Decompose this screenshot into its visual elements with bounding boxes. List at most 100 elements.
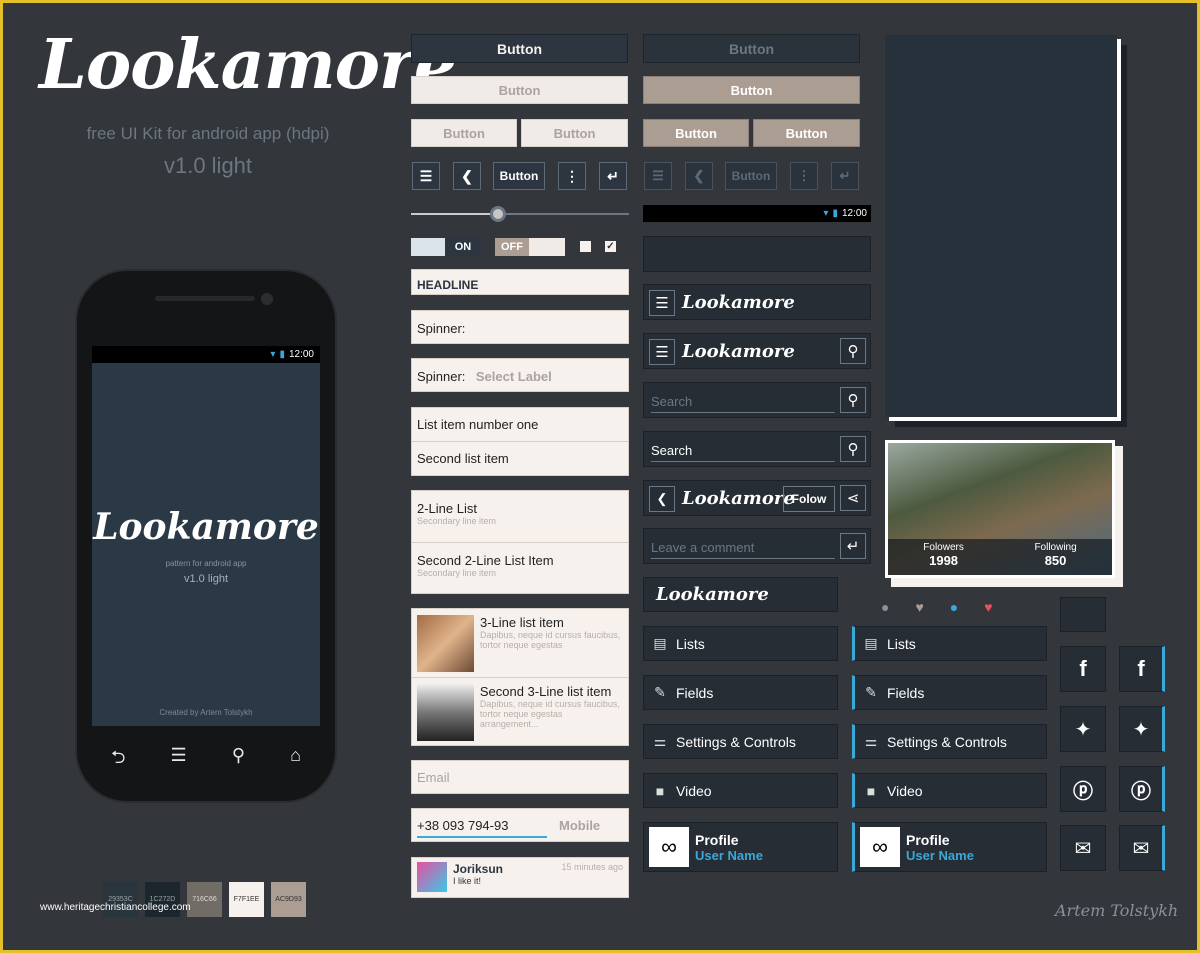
menu-item-video[interactable]: ■ Video — [852, 773, 1047, 808]
menu-item-profile[interactable]: ∞ Profile User Name — [643, 822, 838, 872]
checkbox-checked[interactable]: ✓ — [605, 241, 616, 252]
search-icon[interactable]: ⚲ — [840, 338, 866, 364]
menu-label: Settings & Controls — [676, 733, 796, 750]
button-small[interactable]: Button — [493, 162, 545, 190]
menu-item-fields[interactable]: ✎ Fields — [852, 675, 1047, 710]
enter-icon[interactable]: ↵ — [599, 162, 627, 190]
list-icon: ▤ — [864, 635, 878, 651]
search-icon[interactable]: ⚲ — [840, 436, 866, 462]
heart-icon[interactable]: ♥ — [915, 599, 923, 615]
mail-icon[interactable]: ✉ — [1119, 825, 1165, 871]
headline: HEADLINE — [411, 269, 629, 295]
spinner-1[interactable]: Spinner: — [411, 310, 629, 344]
comment-input[interactable]: Leave a comment — [651, 535, 835, 559]
profile-name: Profile — [906, 831, 950, 848]
menu-item-settings[interactable]: ⚌ Settings & Controls — [852, 724, 1047, 759]
checkbox-unchecked[interactable] — [580, 241, 591, 252]
toggle-on-label: ON — [445, 238, 481, 256]
list-item[interactable]: List item number one — [412, 408, 628, 442]
menu-icon[interactable]: ☰ — [171, 745, 187, 775]
search-icon[interactable]: ⚲ — [232, 745, 245, 775]
button-dark-disabled[interactable]: Button — [643, 34, 860, 63]
mobile-input[interactable]: Mobile — [559, 818, 600, 841]
square-tile — [1060, 597, 1106, 632]
menu-icon[interactable]: ☰ — [644, 162, 672, 190]
home-icon[interactable]: ⌂ — [290, 745, 301, 775]
pinterest-icon[interactable]: ⓟ — [1060, 766, 1106, 812]
button-tan-right[interactable]: Button — [753, 119, 860, 147]
phone-number-input[interactable]: +38 093 794-93 — [417, 818, 547, 838]
share-icon[interactable]: ⋖ — [840, 485, 866, 511]
pinterest-icon[interactable]: ⓟ — [1119, 766, 1165, 812]
search-input[interactable]: Search — [651, 389, 835, 413]
spinner-2[interactable]: Spinner: Select Label — [411, 358, 629, 392]
action-bar-empty — [643, 236, 871, 272]
comment-item: Joriksun 15 minutes ago I like it! — [411, 857, 629, 898]
search-icon[interactable]: ⚲ — [840, 387, 866, 413]
button-small-disabled[interactable]: Button — [725, 162, 777, 190]
back-icon[interactable]: ⮌ — [111, 745, 125, 775]
overflow-icon[interactable]: ⋮ — [558, 162, 586, 190]
avatar — [417, 862, 447, 892]
chevron-left-icon[interactable]: ❮ — [453, 162, 481, 190]
facebook-icon[interactable]: f — [1060, 646, 1106, 692]
enter-icon[interactable]: ↵ — [831, 162, 859, 190]
chat-bubble-active-icon[interactable]: ● — [950, 599, 958, 615]
mail-icon[interactable]: ✉ — [1060, 825, 1106, 871]
chevron-left-icon[interactable]: ❮ — [685, 162, 713, 190]
phone-status-bar: ▾ ▮ 12:00 — [92, 346, 320, 363]
button-tan-left[interactable]: Button — [643, 119, 749, 147]
title-subtitle: free UI Kit for android app (hdpi) — [86, 124, 330, 143]
action-bar-1: ☰ Lookamore — [643, 284, 871, 320]
canvas: Lookamore free UI Kit for android app (h… — [3, 3, 1197, 950]
enter-icon[interactable]: ↵ — [840, 533, 866, 559]
bar-logo: Lookamore — [656, 584, 769, 605]
following-label: Following — [1034, 542, 1077, 553]
list-item[interactable]: 3-Line list item Dapibus, neque id cursu… — [412, 609, 628, 678]
list-item-sub: Dapibus, neque id cursus faucibus, — [479, 699, 620, 709]
toggle-off[interactable]: OFF — [495, 238, 565, 256]
slider-thumb[interactable] — [490, 206, 507, 222]
chat-bubble-icon[interactable]: ● — [881, 599, 889, 615]
phone-tagline: pattern for android app — [165, 559, 247, 568]
email-field[interactable]: Email — [411, 760, 629, 794]
watermark: www.heritagechristiancollege.com — [40, 902, 191, 913]
button-light-right[interactable]: Button — [521, 119, 628, 147]
followers-label: Folowers — [923, 542, 964, 553]
twitter-icon[interactable]: ✦ — [1060, 706, 1106, 752]
toggle-on[interactable]: ON — [411, 238, 481, 256]
menu-item-fields[interactable]: ✎ Fields — [643, 675, 838, 710]
menu-label: Lists — [887, 635, 916, 652]
button-dark[interactable]: Button — [411, 34, 628, 63]
menu-item-profile[interactable]: ∞ Profile User Name — [852, 822, 1047, 872]
menu-item-lists[interactable]: ▤ Lists — [643, 626, 838, 661]
button-light[interactable]: Button — [411, 76, 628, 104]
video-icon: ■ — [655, 782, 665, 799]
menu-icon[interactable]: ☰ — [649, 290, 675, 316]
facebook-icon[interactable]: f — [1119, 646, 1165, 692]
button-tan[interactable]: Button — [643, 76, 860, 104]
profile-user: User Name — [695, 847, 763, 863]
menu-item-video[interactable]: ■ Video — [643, 773, 838, 808]
menu-item-settings[interactable]: ⚌ Settings & Controls — [643, 724, 838, 759]
list-item[interactable]: Second 3-Line list item Dapibus, neque i… — [412, 678, 628, 746]
status-time: 12:00 — [841, 208, 867, 219]
menu-icon[interactable]: ☰ — [649, 339, 675, 365]
follow-button[interactable]: Folow — [783, 486, 835, 512]
heart-active-icon[interactable]: ♥ — [984, 599, 992, 615]
overflow-icon[interactable]: ⋮ — [790, 162, 818, 190]
signature: Artem Tolstykh — [1055, 901, 1179, 920]
list-item-sub: tortor neque egestas arrangement... — [479, 709, 563, 729]
button-light-left[interactable]: Button — [411, 119, 517, 147]
menu-icon[interactable]: ☰ — [412, 162, 440, 190]
list-item[interactable]: Second list item — [412, 442, 628, 476]
list-item[interactable]: Second 2-Line List Item Secondary line i… — [412, 543, 628, 595]
list-item[interactable]: 2-Line List Secondary line item — [412, 491, 628, 543]
menu-item-lists[interactable]: ▤ Lists — [852, 626, 1047, 661]
chevron-left-icon[interactable]: ❮ — [649, 486, 675, 512]
phone-credit: Created by Artem Tolstykh — [159, 708, 253, 717]
search-input[interactable]: Search — [651, 438, 835, 462]
twitter-icon[interactable]: ✦ — [1119, 706, 1165, 752]
list-item-sub: Secondary line item — [417, 568, 497, 578]
comment-user[interactable]: Joriksun — [453, 862, 503, 876]
